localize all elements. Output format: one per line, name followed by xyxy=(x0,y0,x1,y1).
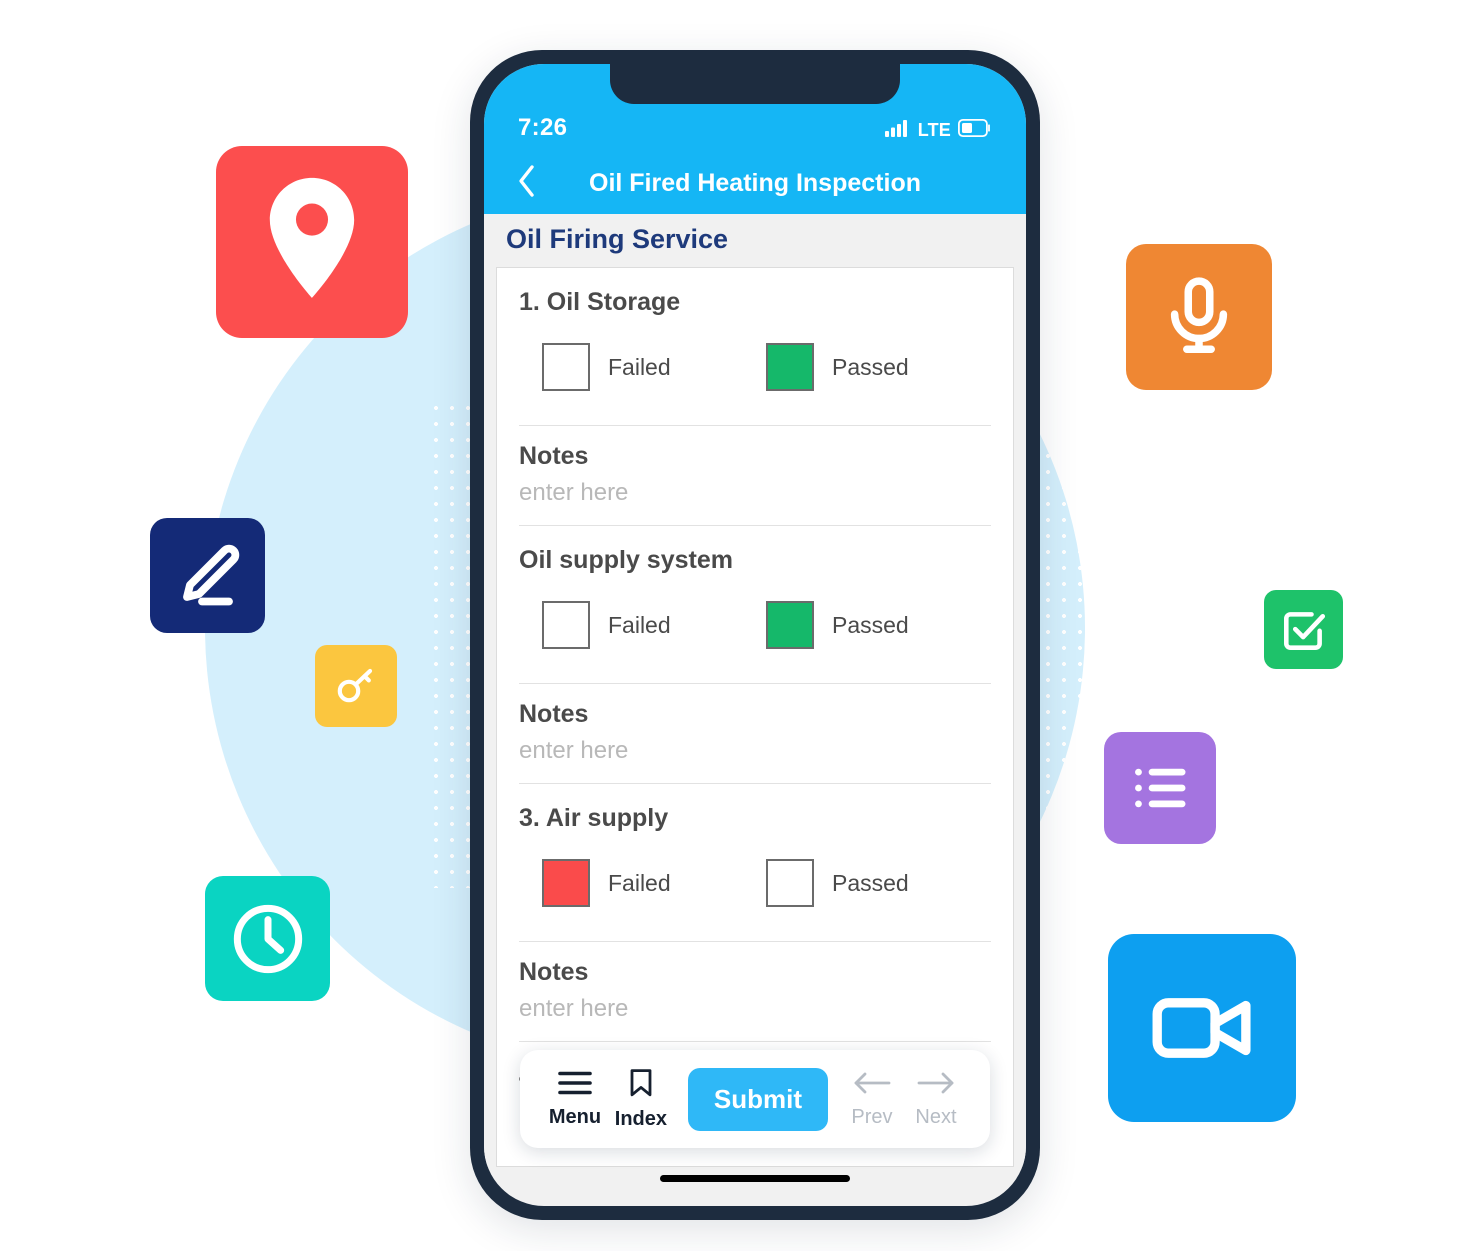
microphone-icon xyxy=(1126,244,1272,390)
nav-bar: Oil Fired Heating Inspection xyxy=(484,152,1026,214)
choice-row: Failed Passed xyxy=(519,833,991,941)
network-type-label: LTE xyxy=(917,120,951,140)
form-card: 1. Oil Storage Failed Passed Notes enter… xyxy=(496,267,1014,1167)
section-banner-label: Oil Firing Service xyxy=(506,224,729,254)
signature-pen-icon xyxy=(150,518,265,633)
phone-frame: 7:26 LTE Oil Fired Heating Inspection Oi… xyxy=(470,50,1040,1220)
choice-passed[interactable]: Passed xyxy=(766,601,909,649)
notes-label: Notes xyxy=(519,700,589,728)
battery-icon xyxy=(957,118,992,142)
notes-input[interactable]: enter here xyxy=(519,737,991,783)
home-indicator xyxy=(660,1175,850,1182)
form-question: 1. Oil Storage Failed Passed Notes enter… xyxy=(519,268,991,525)
question-title: 1. Oil Storage xyxy=(519,288,681,316)
video-camera-icon xyxy=(1108,934,1296,1122)
form-question: 3. Air supply Failed Passed Notes enter … xyxy=(519,784,991,1041)
question-title: 3. Air supply xyxy=(519,804,669,832)
checkbox-passed[interactable] xyxy=(766,601,814,649)
signal-bars-icon xyxy=(884,119,911,142)
choice-failed[interactable]: Failed xyxy=(519,601,766,649)
choice-row: Failed Passed xyxy=(519,317,991,425)
section-banner: Oil Firing Service xyxy=(484,214,1026,267)
dot-pattern-right xyxy=(1036,396,1094,888)
question-title: Oil supply system xyxy=(519,546,733,574)
form-question: Oil supply system Failed Passed Notes en… xyxy=(519,526,991,783)
choice-row: Failed Passed xyxy=(519,575,991,683)
choice-label-passed: Passed xyxy=(832,611,909,638)
menu-button[interactable]: Menu xyxy=(542,1070,608,1129)
notes-input[interactable]: enter here xyxy=(519,479,991,525)
notes-label: Notes xyxy=(519,442,589,470)
menu-label: Menu xyxy=(548,1105,602,1128)
prev-button[interactable]: Prev xyxy=(840,1070,904,1129)
checkbox-failed[interactable] xyxy=(542,859,590,907)
form-scroll-area[interactable]: 1. Oil Storage Failed Passed Notes enter… xyxy=(484,267,1026,1167)
clock-icon xyxy=(205,876,330,1001)
back-button[interactable] xyxy=(510,164,544,203)
arrow-left-icon xyxy=(853,1070,891,1101)
choice-label-failed: Failed xyxy=(608,611,671,638)
key-icon xyxy=(315,645,397,727)
checkbox-passed[interactable] xyxy=(766,859,814,907)
arrow-right-icon xyxy=(917,1070,955,1101)
bulleted-list-icon xyxy=(1104,732,1216,844)
submit-button[interactable]: Submit xyxy=(687,1067,828,1131)
location-pin-icon xyxy=(216,146,408,338)
notes-label: Notes xyxy=(519,958,589,986)
poster-stage: 7:26 LTE Oil Fired Heating Inspection Oi… xyxy=(0,0,1459,1251)
status-time: 7:26 xyxy=(518,114,568,141)
phone-screen: 7:26 LTE Oil Fired Heating Inspection Oi… xyxy=(484,64,1026,1206)
hamburger-menu-icon xyxy=(558,1070,592,1101)
notes-input[interactable]: enter here xyxy=(519,995,991,1041)
index-label: Index xyxy=(614,1107,668,1130)
checkbox-check-icon xyxy=(1264,590,1343,669)
next-button[interactable]: Next xyxy=(904,1070,968,1129)
choice-label-passed: Passed xyxy=(832,353,909,380)
choice-failed[interactable]: Failed xyxy=(519,859,766,907)
bottom-toolbar: Menu Index Submit Prev Next xyxy=(520,1050,990,1148)
choice-passed[interactable]: Passed xyxy=(766,859,909,907)
choice-passed[interactable]: Passed xyxy=(766,343,909,391)
choice-failed[interactable]: Failed xyxy=(519,343,766,391)
choice-label-failed: Failed xyxy=(608,353,671,380)
bookmark-icon xyxy=(628,1068,654,1103)
checkbox-passed[interactable] xyxy=(766,343,814,391)
chevron-left-icon xyxy=(516,164,538,203)
phone-notch xyxy=(610,64,900,104)
checkbox-failed[interactable] xyxy=(542,343,590,391)
choice-label-failed: Failed xyxy=(608,869,671,896)
choice-label-passed: Passed xyxy=(832,869,909,896)
next-label: Next xyxy=(915,1105,957,1128)
prev-label: Prev xyxy=(851,1105,893,1128)
index-button[interactable]: Index xyxy=(608,1068,674,1131)
checkbox-failed[interactable] xyxy=(542,601,590,649)
page-title: Oil Fired Heating Inspection xyxy=(589,168,921,197)
status-indicators: LTE xyxy=(884,118,992,142)
